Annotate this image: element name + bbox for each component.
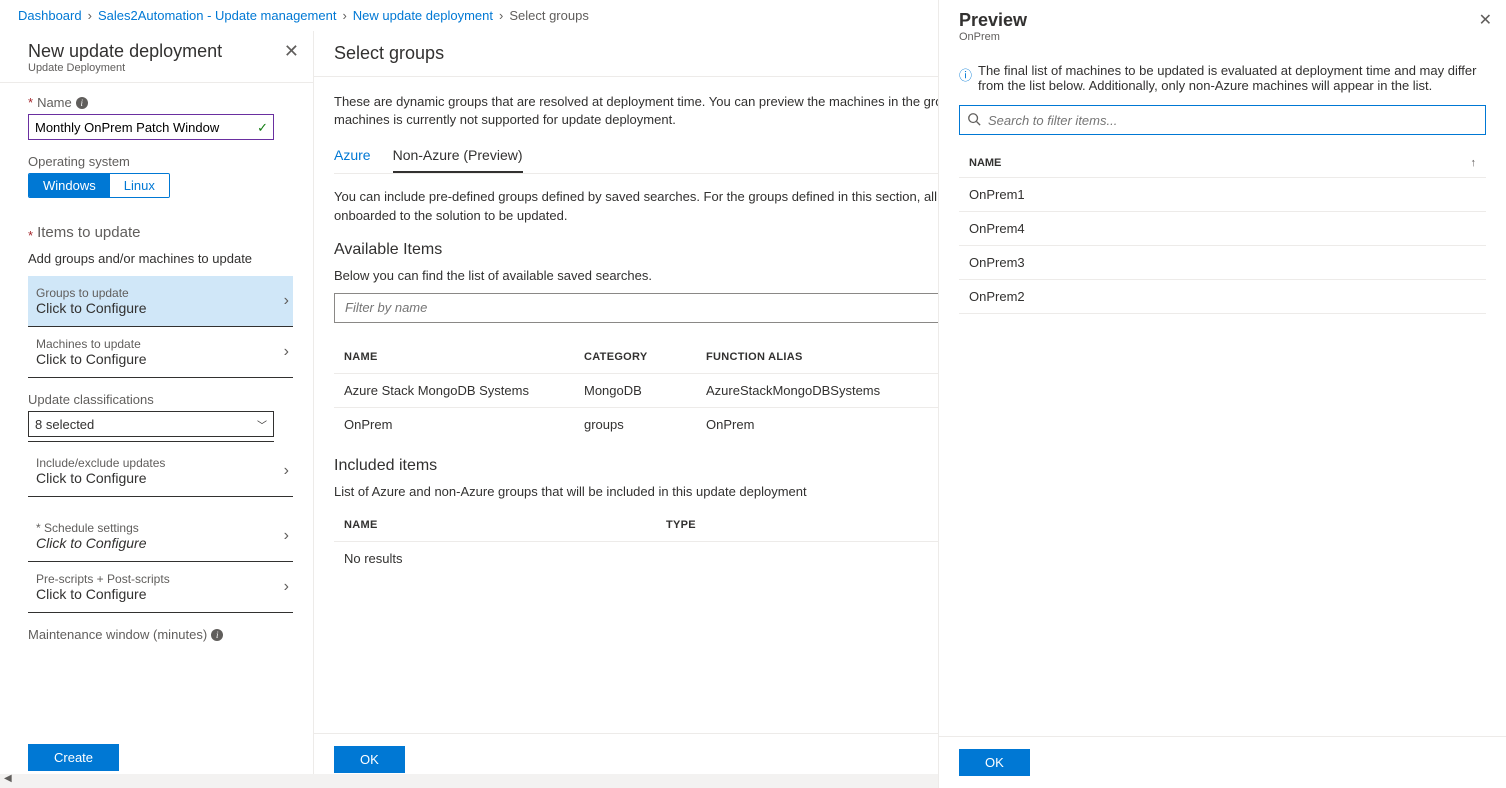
new-update-deployment-pane: New update deployment Update Deployment … bbox=[0, 31, 314, 785]
chevron-right-icon: › bbox=[284, 462, 289, 480]
col-header-name[interactable]: NAME bbox=[344, 351, 584, 363]
breadcrumb-link[interactable]: Dashboard bbox=[18, 8, 82, 23]
info-icon[interactable]: i bbox=[76, 97, 88, 109]
info-icon: ⓘ bbox=[959, 65, 972, 93]
check-icon: ✓ bbox=[257, 120, 268, 136]
pane-title: Preview bbox=[959, 10, 1488, 31]
info-icon[interactable]: i bbox=[211, 629, 223, 641]
list-item[interactable]: OnPrem1 bbox=[959, 178, 1486, 212]
os-windows-button[interactable]: Windows bbox=[29, 174, 110, 197]
scroll-left-icon[interactable]: ◀ bbox=[4, 773, 12, 784]
schedule-settings-item[interactable]: * Schedule settings Click to Configure › bbox=[28, 511, 293, 562]
pane-title: New update deployment bbox=[28, 41, 295, 62]
os-toggle: Windows Linux bbox=[28, 173, 170, 198]
tab-azure[interactable]: Azure bbox=[334, 145, 371, 173]
chevron-right-icon: › bbox=[88, 8, 92, 23]
chevron-right-icon: › bbox=[499, 8, 503, 23]
tab-non-azure[interactable]: Non-Azure (Preview) bbox=[393, 145, 523, 173]
breadcrumb-current: Select groups bbox=[509, 8, 589, 23]
breadcrumb-link[interactable]: New update deployment bbox=[353, 8, 493, 23]
close-icon[interactable]: ✕ bbox=[1479, 10, 1492, 30]
list-item[interactable]: OnPrem2 bbox=[959, 280, 1486, 314]
groups-to-update-item[interactable]: Groups to update Click to Configure › bbox=[28, 276, 293, 327]
ok-button[interactable]: OK bbox=[959, 749, 1030, 776]
close-icon[interactable]: ✕ bbox=[284, 41, 299, 62]
create-button[interactable]: Create bbox=[28, 744, 119, 771]
maintenance-window-label: Maintenance window (minutes) i bbox=[28, 627, 293, 642]
pane-subtitle: Update Deployment bbox=[28, 62, 295, 74]
col-header-name[interactable]: NAME bbox=[344, 519, 666, 531]
chevron-right-icon: › bbox=[284, 343, 289, 361]
list-item[interactable]: OnPrem3 bbox=[959, 246, 1486, 280]
preview-info: ⓘ The final list of machines to be updat… bbox=[959, 63, 1486, 93]
list-item[interactable]: OnPrem4 bbox=[959, 212, 1486, 246]
chevron-down-icon: ﹀ bbox=[257, 417, 267, 432]
name-input[interactable] bbox=[28, 114, 274, 140]
pane-subtitle: OnPrem bbox=[959, 31, 1488, 43]
os-label: Operating system bbox=[28, 154, 293, 169]
col-header-category[interactable]: CATEGORY bbox=[584, 351, 706, 363]
chevron-right-icon: › bbox=[284, 578, 289, 596]
breadcrumb-link[interactable]: Sales2Automation - Update management bbox=[98, 8, 336, 23]
classifications-label: Update classifications bbox=[28, 392, 293, 407]
chevron-right-icon: › bbox=[342, 8, 346, 23]
chevron-right-icon: › bbox=[284, 527, 289, 545]
ok-button[interactable]: OK bbox=[334, 746, 405, 773]
machines-to-update-item[interactable]: Machines to update Click to Configure › bbox=[28, 327, 293, 378]
sort-arrow-icon[interactable]: ↑ bbox=[1471, 157, 1477, 169]
os-linux-button[interactable]: Linux bbox=[110, 174, 169, 197]
name-label: *Name i bbox=[28, 95, 293, 110]
preview-pane: Preview OnPrem ✕ ⓘ The final list of mac… bbox=[938, 0, 1506, 788]
items-to-update-sub: Add groups and/or machines to update bbox=[28, 251, 293, 266]
chevron-right-icon: › bbox=[284, 292, 289, 310]
pre-post-scripts-item[interactable]: Pre-scripts + Post-scripts Click to Conf… bbox=[28, 562, 293, 613]
items-to-update-label: *Items to update bbox=[28, 224, 293, 247]
include-exclude-item[interactable]: Include/exclude updates Click to Configu… bbox=[28, 446, 293, 497]
classifications-select[interactable]: 8 selected ﹀ bbox=[28, 411, 274, 437]
search-icon bbox=[967, 112, 981, 129]
search-input[interactable] bbox=[959, 105, 1486, 135]
col-header-name[interactable]: NAME bbox=[969, 157, 1001, 169]
